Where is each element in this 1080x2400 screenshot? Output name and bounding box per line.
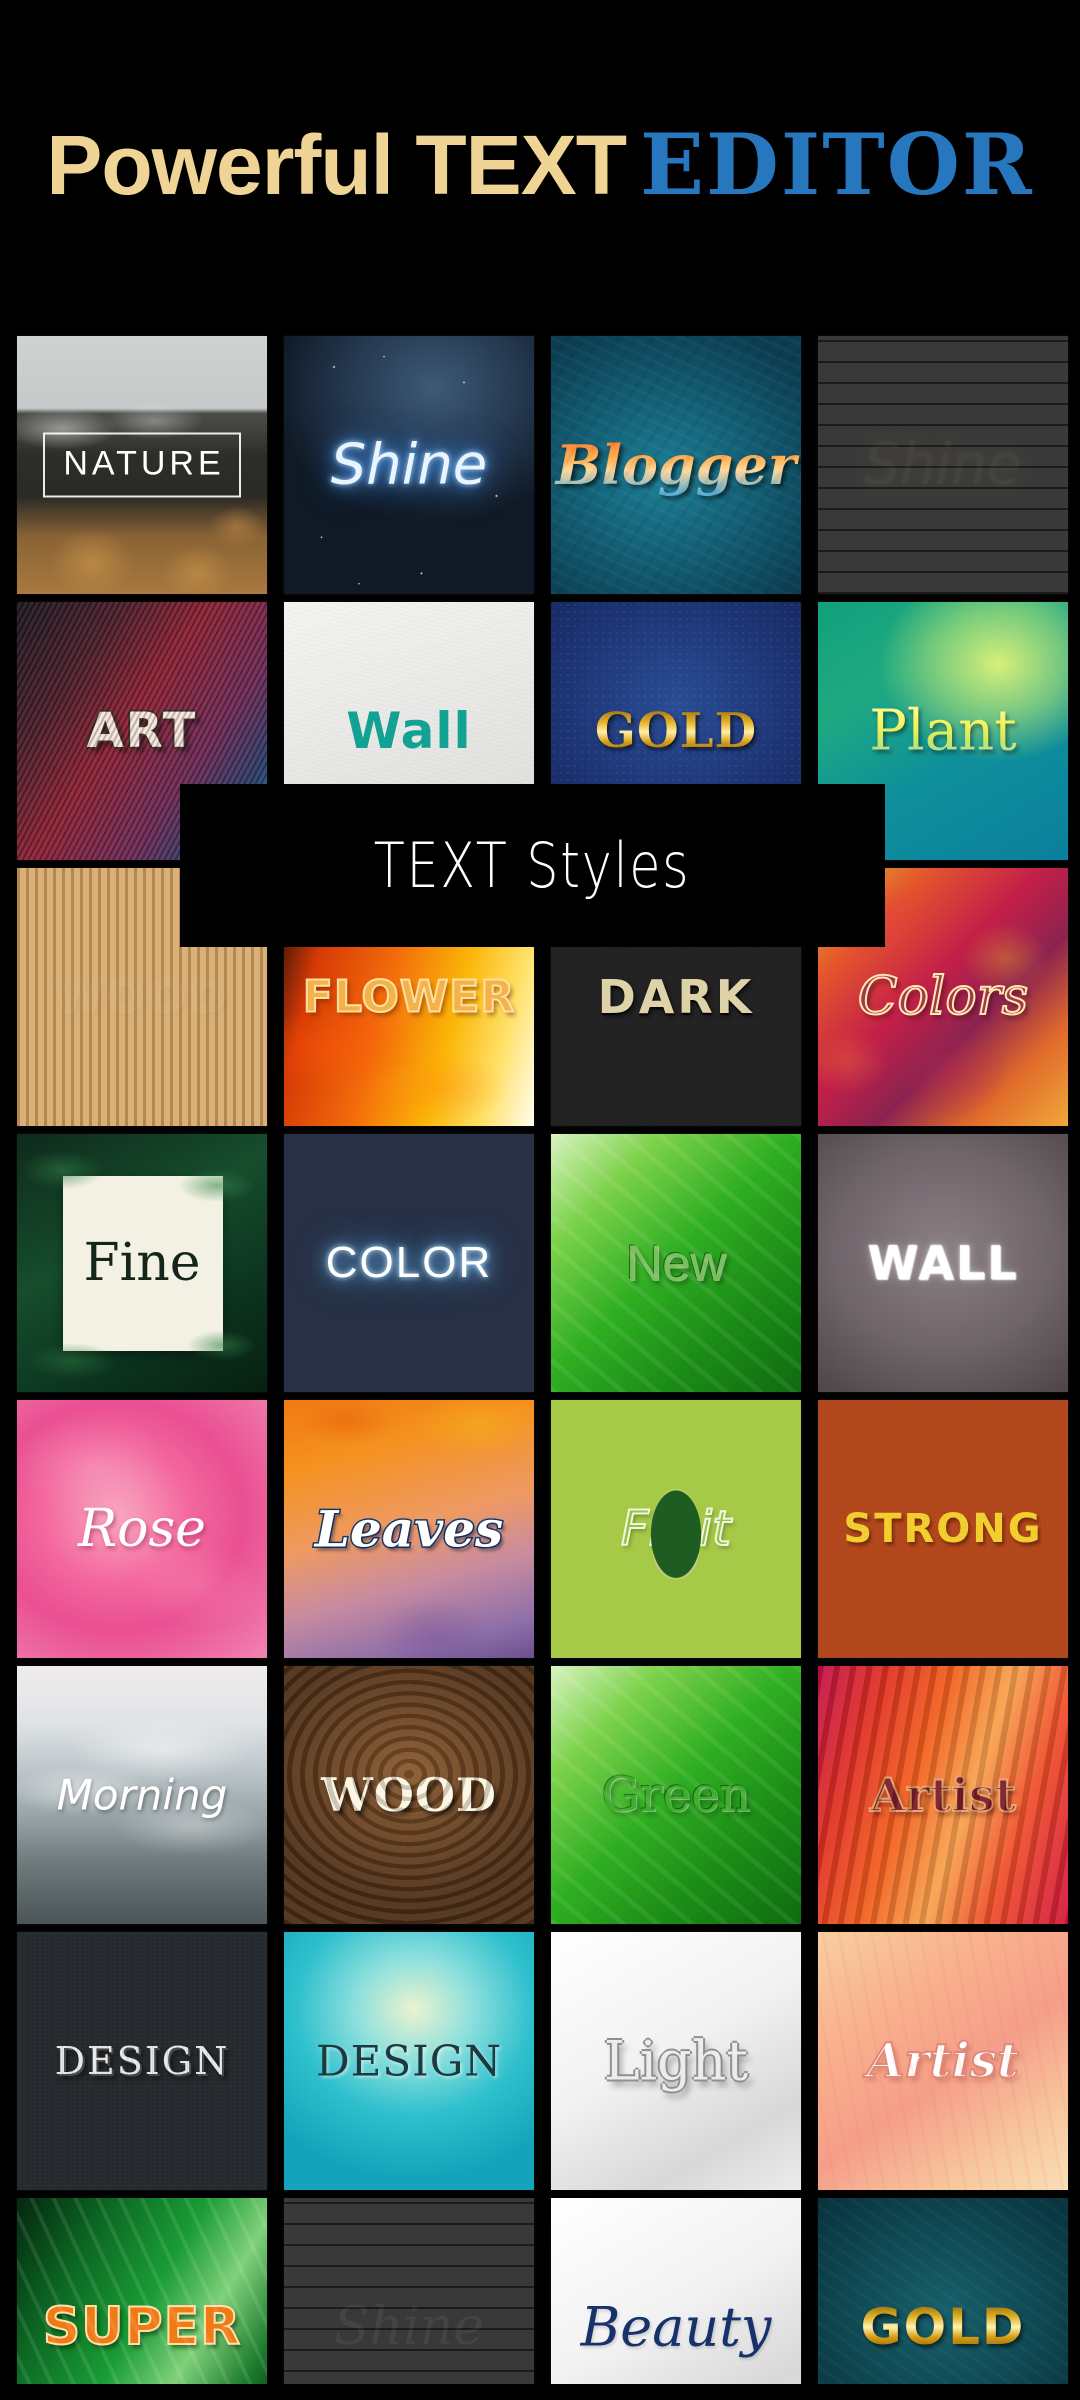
style-thumbnail[interactable]: WOOD: [284, 1666, 534, 1924]
style-row: DESIGN DESIGN Light Artist: [0, 1932, 1080, 2198]
page-title: Powerful TEXT EDITOR: [46, 123, 1033, 208]
style-thumbnail-label: New: [625, 1235, 727, 1291]
style-thumbnail-label: Wall: [346, 702, 472, 760]
style-thumbnail[interactable]: DESIGN: [284, 1932, 534, 2190]
style-thumbnail[interactable]: SUPER: [17, 2198, 267, 2384]
style-thumbnail[interactable]: Beauty: [551, 2198, 801, 2384]
style-thumbnail[interactable]: Light: [551, 1932, 801, 2190]
style-thumbnail-label: Shine: [864, 432, 1022, 498]
style-thumbnail-label: STRONG: [843, 1506, 1043, 1552]
style-thumbnail-label: Artist: [866, 2032, 1020, 2090]
style-thumbnail-label: Artist: [869, 1767, 1017, 1823]
page-header: Powerful TEXT EDITOR: [0, 0, 1080, 330]
style-row: Morning WOOD Green Artist: [0, 1666, 1080, 1932]
style-thumbnail[interactable]: Blogger: [551, 336, 801, 594]
style-thumbnail[interactable]: Green: [551, 1666, 801, 1924]
style-thumbnail-label: DARK: [597, 970, 755, 1024]
paper-note: [63, 1176, 223, 1351]
style-thumbnail-label: GOLD: [818, 2298, 1068, 2356]
style-thumbnail-label: WOOD: [321, 1768, 497, 1822]
style-thumbnail[interactable]: DESIGN: [17, 1932, 267, 2190]
style-thumbnail-label: Plant: [818, 699, 1068, 764]
style-thumbnail[interactable]: Shine: [284, 2198, 534, 2384]
banner-label: TEXT Styles: [374, 829, 691, 902]
style-thumbnail[interactable]: Artist: [818, 1932, 1068, 2190]
style-thumbnail-label: Green: [601, 1767, 751, 1823]
style-thumbnail[interactable]: Rose: [17, 1400, 267, 1658]
style-thumbnail-label: DESIGN: [54, 2039, 230, 2083]
style-thumbnail-label: SUPER: [42, 2296, 242, 2358]
style-thumbnail[interactable]: Fine: [17, 1134, 267, 1392]
style-thumbnail[interactable]: NATURE: [17, 336, 267, 594]
style-thumbnail-label: GOLD: [551, 703, 801, 759]
style-thumbnail-label: Leaves: [313, 1498, 504, 1560]
style-thumbnail[interactable]: Shine: [284, 336, 534, 594]
style-thumbnail-label: Colors: [857, 966, 1030, 1028]
style-thumbnail-label: Morning: [56, 1770, 228, 1820]
style-row: Fine COLOR New WALL: [0, 1134, 1080, 1400]
style-row: Rose Leaves Fruit STRONG: [0, 1400, 1080, 1666]
style-thumbnail[interactable]: WALL: [818, 1134, 1068, 1392]
style-thumbnail-label: COLOR: [325, 1238, 493, 1287]
style-thumbnail[interactable]: STRONG: [818, 1400, 1068, 1658]
style-thumbnail[interactable]: Shine: [818, 336, 1068, 594]
page-title-part2: EDITOR: [640, 115, 1034, 214]
style-thumbnail-label: ART: [86, 703, 198, 759]
style-thumbnail[interactable]: Artist: [818, 1666, 1068, 1924]
style-thumbnail-label: WALL: [867, 1236, 1019, 1290]
style-thumbnail-label: Fruit: [620, 1500, 732, 1558]
style-thumbnail-label: Rose: [78, 1499, 206, 1559]
style-row: SUPER Shine Beauty GOLD: [0, 2198, 1080, 2384]
style-thumbnail[interactable]: Fruit: [551, 1400, 801, 1658]
style-thumbnail-label: Blogger: [551, 433, 801, 497]
style-thumbnail-label: Shine: [330, 432, 488, 498]
style-thumbnail[interactable]: Morning: [17, 1666, 267, 1924]
page-title-part1: Powerful TEXT: [46, 118, 627, 212]
text-style-grid: NATURE Shine Blogger Shine ART Wall GOLD Plant W…: [0, 336, 1080, 2384]
style-thumbnail[interactable]: New: [551, 1134, 801, 1392]
style-row: NATURE Shine Blogger Shine: [0, 336, 1080, 602]
style-thumbnail[interactable]: COLOR: [284, 1134, 534, 1392]
style-thumbnail-label: FLOWER: [302, 971, 516, 1024]
style-thumbnail-label: Fine: [83, 1233, 201, 1293]
style-thumbnail-label: Shine: [333, 2297, 484, 2357]
style-thumbnail[interactable]: Leaves: [284, 1400, 534, 1658]
style-thumbnail-label: DESIGN: [316, 2036, 502, 2086]
style-thumbnail-label: Beauty: [580, 2295, 772, 2359]
style-thumbnail-label: Light: [603, 2029, 749, 2093]
style-thumbnail-label: WOOD: [53, 971, 230, 1024]
text-styles-banner: TEXT Styles: [180, 784, 885, 947]
style-thumbnail[interactable]: GOLD: [818, 2198, 1068, 2384]
style-thumbnail-label: NATURE: [17, 432, 267, 498]
nature-label-box: NATURE: [43, 432, 241, 498]
